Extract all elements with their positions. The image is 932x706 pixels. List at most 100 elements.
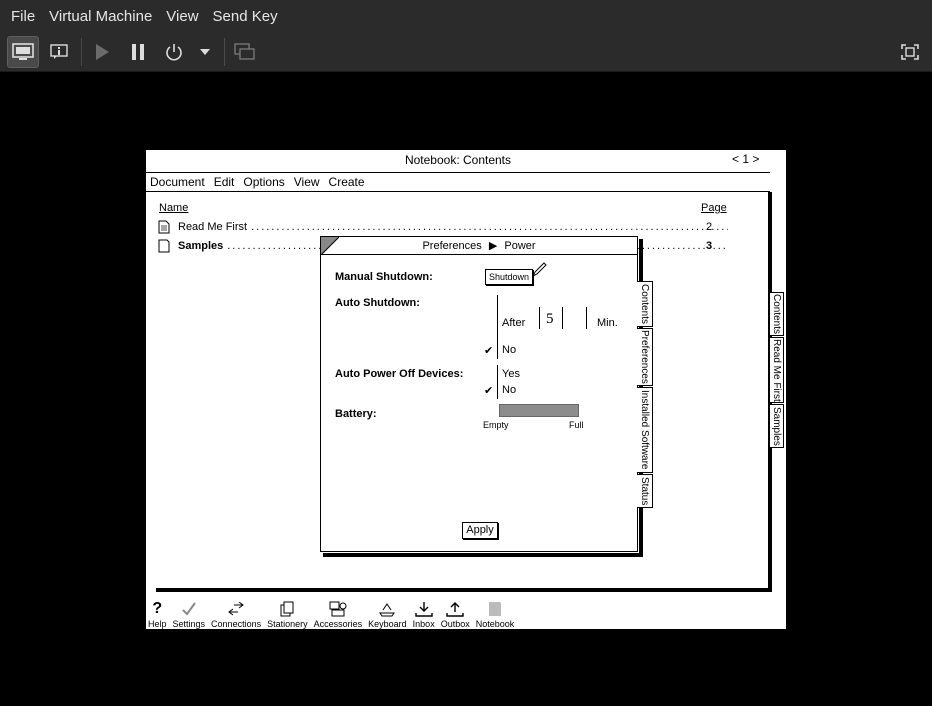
keyboard-icon [378, 599, 396, 619]
snapshots-button[interactable] [229, 36, 261, 68]
notebook-tabs: Contents Read Me First Samples [770, 292, 786, 449]
battery-full-label: Full [569, 420, 584, 430]
menu-edit[interactable]: Edit [214, 175, 235, 189]
auto-power-off-no[interactable]: No [502, 384, 516, 396]
minutes-value: 5 [546, 311, 554, 327]
column-header-page[interactable]: Page [701, 202, 727, 214]
column-header-name[interactable]: Name [159, 202, 188, 214]
host-toolbar [0, 32, 932, 72]
shelf-connections[interactable]: Connections [211, 599, 261, 629]
connections-icon [227, 599, 245, 619]
preferences-tabs: Contents Preferences Installed Software … [637, 281, 653, 509]
auto-shutdown-no[interactable]: No [502, 344, 516, 356]
monitor-icon [12, 43, 34, 60]
shelf-notebook[interactable]: Notebook [475, 599, 515, 629]
shelf-inbox[interactable]: Inbox [413, 599, 435, 629]
shelf-label: Settings [172, 619, 206, 629]
shelf-outbox[interactable]: Outbox [441, 599, 470, 629]
minutes-field[interactable]: 5 [539, 307, 563, 329]
notebook-menubar: Document Edit Options View Create [146, 172, 770, 192]
dialog-header: Preferences ▶ Power [321, 237, 637, 255]
minutes-field-2[interactable] [563, 307, 587, 329]
auto-power-off-yes[interactable]: Yes [502, 368, 520, 380]
power-button[interactable] [158, 36, 190, 68]
shelf-label: Notebook [475, 619, 515, 629]
info-icon [50, 44, 68, 59]
page-number: 3 [706, 240, 713, 252]
battery-gauge [499, 404, 579, 417]
battery-label: Battery: [335, 408, 377, 420]
auto-power-off-label: Auto Power Off Devices: [335, 368, 464, 380]
option-divider [497, 295, 498, 359]
section-icon [158, 239, 170, 253]
triangle-right-icon: ▶ [488, 240, 498, 252]
toolbar-separator [224, 38, 225, 66]
apply-button[interactable]: Apply [462, 522, 498, 539]
checkmark-icon: ✔ [484, 385, 494, 397]
bookshelf: ? Help Settings Connections Stationery A… [146, 595, 786, 629]
menu-view[interactable]: View [294, 175, 320, 189]
dialog-section[interactable]: Power [504, 240, 535, 252]
shelf-keyboard[interactable]: Keyboard [368, 599, 407, 629]
shelf-label: Accessories [313, 619, 363, 629]
shelf-stationery[interactable]: Stationery [267, 599, 308, 629]
tab-status[interactable]: Status [637, 474, 653, 508]
menu-document[interactable]: Document [150, 175, 205, 189]
fullscreen-button[interactable] [894, 36, 926, 68]
menu-virtual-machine[interactable]: Virtual Machine [42, 8, 159, 25]
menu-view[interactable]: View [159, 8, 205, 25]
notebook-title: Notebook: Contents [404, 153, 512, 167]
pause-button[interactable] [122, 36, 154, 68]
tab-samples[interactable]: Samples [770, 404, 784, 448]
option-divider [497, 365, 498, 399]
section-name: Samples [178, 240, 224, 252]
details-button[interactable] [43, 36, 75, 68]
tab-contents[interactable]: Contents [770, 292, 784, 336]
dialog-shadow [323, 553, 643, 557]
document-name: Read Me First [178, 221, 248, 233]
snapshot-icon [234, 43, 255, 60]
after-label: After [502, 317, 526, 329]
shelf-label: Stationery [267, 619, 308, 629]
toolbar-separator [81, 38, 82, 66]
power-icon [166, 44, 182, 61]
minutes-field-edge [539, 307, 540, 329]
tab-contents[interactable]: Contents [637, 281, 653, 327]
stationery-icon [280, 599, 294, 619]
page-pager[interactable]: < 1 > [732, 152, 759, 166]
console-button[interactable] [7, 36, 39, 68]
list-item[interactable]: Read Me First ..........................… [158, 218, 728, 236]
checkmark-icon [181, 599, 197, 619]
chevron-down-icon [200, 49, 210, 55]
shelf-label: Outbox [440, 619, 470, 629]
host-menubar: File Virtual Machine View Send Key [0, 0, 932, 32]
menu-file[interactable]: File [4, 8, 42, 25]
tab-preferences[interactable]: Preferences [637, 328, 653, 386]
preferences-dialog: Preferences ▶ Power Manual Shutdown: Shu… [320, 236, 653, 557]
shelf-label: Help [148, 619, 167, 629]
tab-installed-software[interactable]: Installed Software [637, 387, 653, 473]
page-number: 2 [706, 221, 713, 233]
shutdown-button[interactable]: Shutdown [485, 269, 533, 285]
power-menu-button[interactable] [190, 36, 220, 68]
battery-empty-label: Empty [483, 420, 509, 430]
inbox-icon [414, 599, 433, 619]
shelf-settings[interactable]: Settings [172, 599, 206, 629]
menu-send-key[interactable]: Send Key [206, 8, 285, 25]
leader-dots: ........................................… [251, 221, 728, 233]
accessories-icon [329, 599, 347, 619]
min-label: Min. [597, 317, 618, 329]
checkmark-icon: ✔ [484, 345, 494, 357]
menu-options[interactable]: Options [243, 175, 284, 189]
tab-read-me-first[interactable]: Read Me First [770, 337, 784, 403]
run-button[interactable] [86, 36, 118, 68]
outbox-icon [446, 599, 464, 619]
pen-icon [531, 262, 547, 278]
pause-icon [132, 44, 144, 60]
dialog-title: Preferences [422, 240, 482, 252]
manual-shutdown-label: Manual Shutdown: [335, 271, 433, 283]
shelf-accessories[interactable]: Accessories [313, 599, 363, 629]
menu-create[interactable]: Create [329, 175, 365, 189]
shelf-label: Connections [211, 619, 262, 629]
shelf-help[interactable]: ? Help [148, 599, 167, 629]
